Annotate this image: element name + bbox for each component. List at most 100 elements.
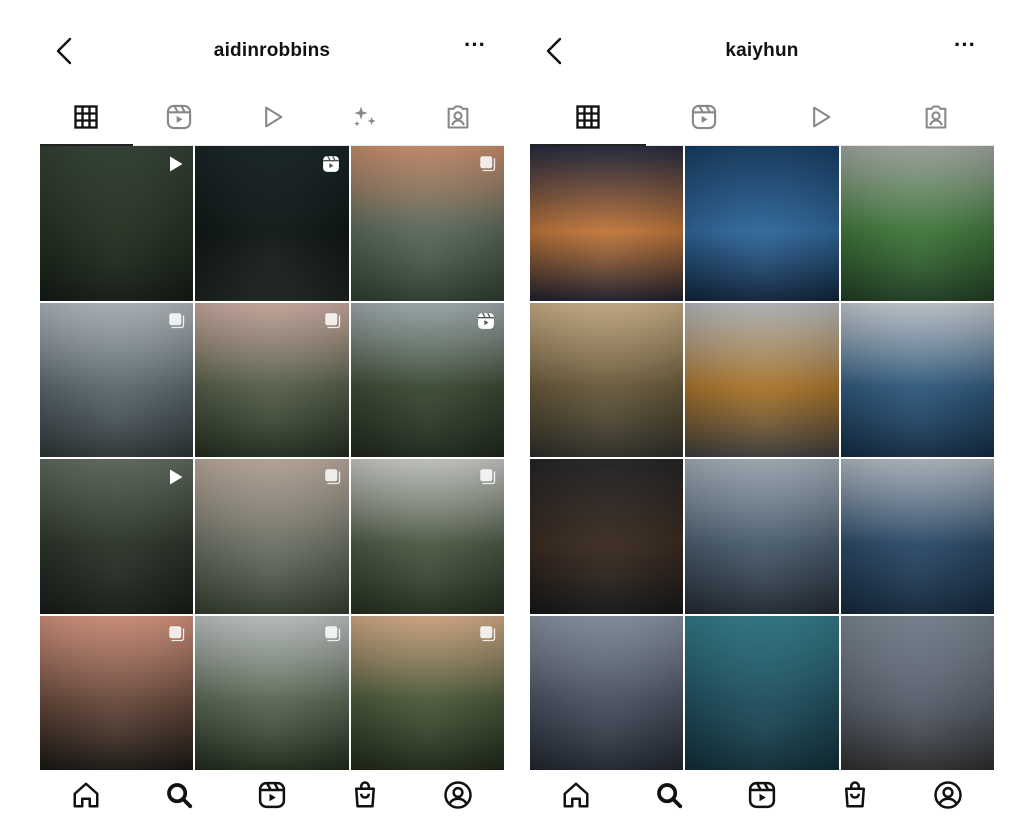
- post-grid: [40, 146, 504, 770]
- post-thumbnail[interactable]: [530, 459, 684, 614]
- nav-shop[interactable]: [835, 777, 875, 817]
- tab-grid[interactable]: [40, 94, 133, 146]
- multi-icon: [323, 467, 341, 490]
- nav-reels[interactable]: [742, 777, 782, 817]
- nav-profile[interactable]: [928, 777, 968, 817]
- tab-tagged[interactable]: [878, 94, 994, 145]
- post-thumbnail[interactable]: [685, 146, 839, 301]
- play-icon: [165, 154, 185, 179]
- post-thumbnail[interactable]: [40, 302, 194, 457]
- multi-icon: [478, 154, 496, 177]
- nav-search[interactable]: [649, 777, 689, 817]
- reels-icon: [165, 103, 193, 136]
- grid-icon: [574, 103, 602, 136]
- profile-tabs: [530, 94, 994, 146]
- post-image: [840, 615, 994, 770]
- more-options-button[interactable]: ···: [464, 32, 486, 58]
- sparkles-icon: [349, 101, 381, 138]
- post-thumbnail[interactable]: [685, 302, 839, 457]
- post-thumbnail[interactable]: [195, 459, 349, 614]
- tagged-icon: [922, 103, 950, 136]
- post-thumbnail[interactable]: [195, 615, 349, 770]
- post-thumbnail[interactable]: [350, 302, 504, 457]
- tab-grid[interactable]: [530, 94, 646, 146]
- search-icon: [164, 780, 194, 815]
- profile-icon: [443, 780, 473, 815]
- reels-icon: [257, 780, 287, 815]
- multi-icon: [478, 624, 496, 647]
- post-thumbnail[interactable]: [840, 459, 994, 614]
- nav-profile[interactable]: [438, 777, 478, 817]
- post-thumbnail[interactable]: [530, 615, 684, 770]
- post-thumbnail[interactable]: [40, 146, 194, 301]
- more-options-button[interactable]: ···: [954, 32, 976, 58]
- reels-icon: [747, 780, 777, 815]
- profile-screen-right: kaiyhun ···: [530, 0, 994, 822]
- post-thumbnail[interactable]: [685, 615, 839, 770]
- post-thumbnail[interactable]: [195, 146, 349, 301]
- nav-reels[interactable]: [252, 777, 292, 817]
- tab-play[interactable]: [762, 94, 878, 145]
- shop-icon: [840, 780, 870, 815]
- tab-play[interactable]: [226, 94, 319, 145]
- play-icon: [258, 103, 286, 136]
- username-title: kaiyhun: [725, 40, 799, 61]
- home-icon: [71, 780, 101, 815]
- post-thumbnail[interactable]: [530, 146, 684, 301]
- post-thumbnail[interactable]: [40, 459, 194, 614]
- post-image: [685, 302, 839, 457]
- multi-icon: [167, 311, 185, 334]
- post-image: [685, 146, 839, 301]
- profile-tabs: [40, 94, 504, 146]
- post-image: [685, 615, 839, 770]
- post-image: [530, 302, 684, 457]
- bottom-nav: [530, 772, 994, 822]
- reels-icon: [321, 154, 341, 179]
- post-thumbnail[interactable]: [685, 459, 839, 614]
- post-image: [685, 459, 839, 614]
- post-image: [530, 146, 684, 301]
- grid-icon: [72, 103, 100, 136]
- nav-search[interactable]: [159, 777, 199, 817]
- nav-shop[interactable]: [345, 777, 385, 817]
- profile-header: kaiyhun ···: [530, 26, 994, 76]
- post-thumbnail[interactable]: [195, 302, 349, 457]
- post-thumbnail[interactable]: [350, 146, 504, 301]
- nav-home[interactable]: [556, 777, 596, 817]
- post-image: [840, 146, 994, 301]
- post-grid: [530, 146, 994, 770]
- post-thumbnail[interactable]: [840, 615, 994, 770]
- post-image: [530, 459, 684, 614]
- reels-icon: [690, 103, 718, 136]
- post-image: [840, 302, 994, 457]
- reels-icon: [476, 311, 496, 336]
- post-thumbnail[interactable]: [840, 302, 994, 457]
- username-title: aidinrobbins: [213, 40, 331, 61]
- tab-sparkles[interactable]: [318, 94, 411, 145]
- tab-reels[interactable]: [646, 94, 762, 145]
- bottom-nav: [40, 772, 504, 822]
- home-icon: [561, 780, 591, 815]
- tagged-icon: [444, 103, 472, 136]
- shop-icon: [350, 780, 380, 815]
- nav-home[interactable]: [66, 777, 106, 817]
- multi-icon: [323, 311, 341, 334]
- tab-reels[interactable]: [133, 94, 226, 145]
- post-thumbnail[interactable]: [530, 302, 684, 457]
- post-thumbnail[interactable]: [350, 615, 504, 770]
- multi-icon: [478, 467, 496, 490]
- post-thumbnail[interactable]: [40, 615, 194, 770]
- profile-icon: [933, 780, 963, 815]
- post-thumbnail[interactable]: [840, 146, 994, 301]
- profile-screen-left: aidinrobbins ···: [40, 0, 504, 822]
- search-icon: [654, 780, 684, 815]
- play-icon: [165, 467, 185, 492]
- multi-icon: [323, 624, 341, 647]
- tab-tagged[interactable]: [411, 94, 504, 145]
- post-image: [840, 459, 994, 614]
- profile-header: aidinrobbins ···: [40, 26, 504, 76]
- play-icon: [806, 103, 834, 136]
- multi-icon: [167, 624, 185, 647]
- post-thumbnail[interactable]: [350, 459, 504, 614]
- post-image: [530, 615, 684, 770]
